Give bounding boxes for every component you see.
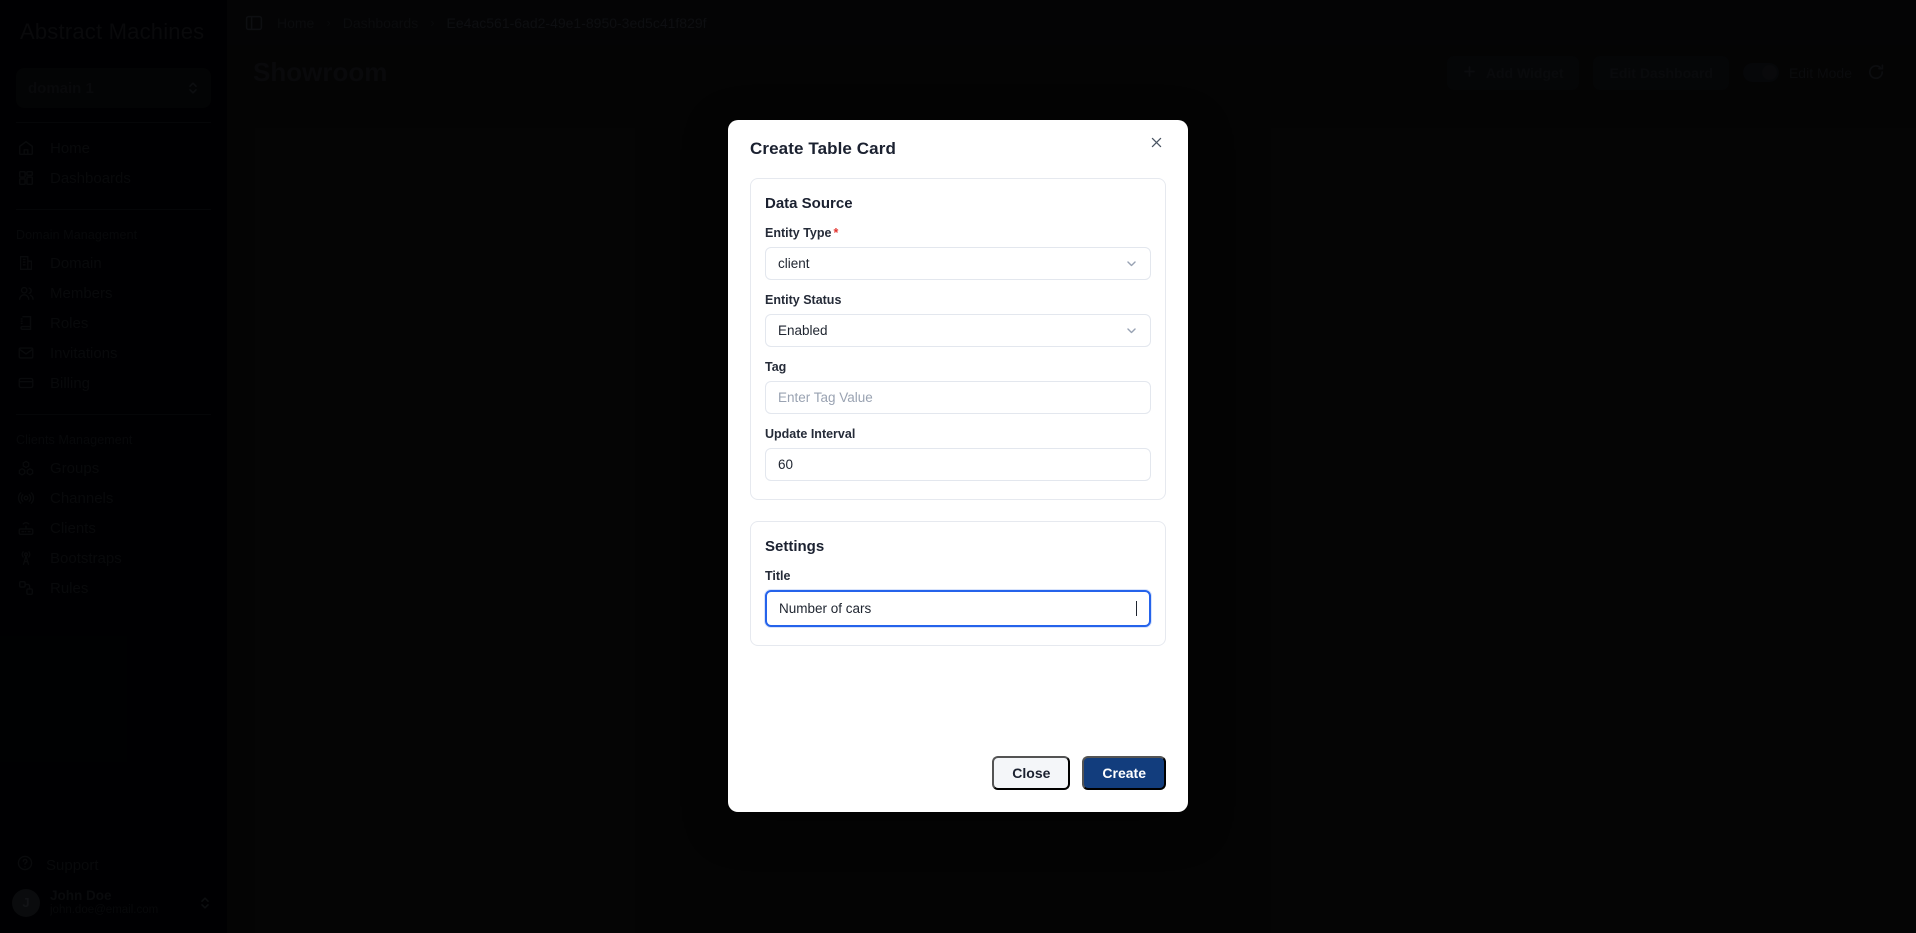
update-interval-value: 60 [778, 457, 794, 472]
update-interval-label: Update Interval [765, 427, 856, 441]
chevron-down-icon [1125, 257, 1138, 270]
required-asterisk: * [833, 226, 839, 240]
chevron-down-icon [1125, 324, 1138, 337]
entity-status-value: Enabled [778, 323, 828, 338]
entity-status-label: Entity Status [765, 293, 842, 307]
update-interval-field: Update Interval 60 [765, 427, 1151, 481]
update-interval-input[interactable]: 60 [765, 448, 1151, 481]
create-button[interactable]: Create [1082, 756, 1166, 790]
modal-header: Create Table Card [750, 120, 1166, 178]
title-input[interactable]: Number of cars [765, 590, 1151, 627]
close-button[interactable]: Close [992, 756, 1071, 790]
entity-type-select[interactable]: client [765, 247, 1151, 280]
entity-type-label-text: Entity Type [765, 226, 832, 240]
title-input-value: Number of cars [779, 601, 872, 616]
data-source-title: Data Source [765, 195, 853, 212]
title-label: Title [765, 569, 791, 583]
modal-overlay[interactable]: Create Table Card Data Source Entity Typ… [0, 0, 1916, 933]
text-caret [1136, 601, 1137, 616]
modal-footer: Close Create [750, 738, 1166, 812]
tag-input[interactable]: Enter Tag Value [765, 381, 1151, 414]
data-source-card: Data Source Entity Type * client Entity S… [750, 178, 1166, 500]
entity-type-value: client [778, 256, 810, 271]
create-table-card-modal: Create Table Card Data Source Entity Typ… [728, 120, 1188, 812]
settings-card: Settings Title Number of cars [750, 521, 1166, 646]
tag-label: Tag [765, 360, 787, 374]
entity-type-label: Entity Type * [765, 226, 1151, 240]
close-icon[interactable] [1146, 132, 1166, 152]
title-field: Title Number of cars [765, 569, 1151, 627]
entity-status-field: Entity Status Enabled [765, 293, 1151, 347]
tag-field: Tag Enter Tag Value [765, 360, 1151, 414]
modal-title: Create Table Card [750, 139, 896, 158]
entity-type-field: Entity Type * client [765, 226, 1151, 280]
tag-placeholder: Enter Tag Value [778, 390, 873, 405]
entity-status-select[interactable]: Enabled [765, 314, 1151, 347]
settings-title: Settings [765, 538, 825, 555]
